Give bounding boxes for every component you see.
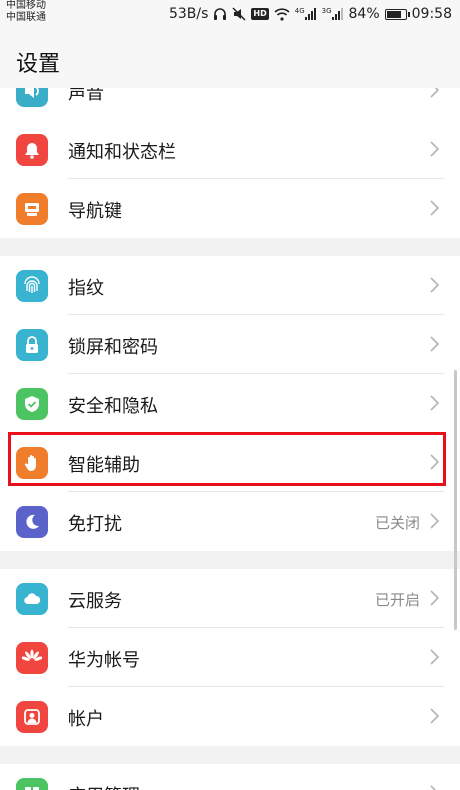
chevron-right-icon (430, 590, 440, 606)
chevron-right-icon (430, 141, 440, 157)
bell-icon (16, 134, 48, 166)
row-label: 锁屏和密码 (68, 337, 158, 358)
settings-group-4: 应用管理 (0, 764, 460, 790)
settings-group-1: 声音 通知和状态栏 导航键 (0, 88, 460, 238)
status-text: 已开启 (374, 591, 420, 609)
settings-row-security[interactable]: 安全和隐私 (0, 374, 460, 433)
row-label: 华为帐号 (68, 650, 140, 671)
settings-group-2: 指纹 锁屏和密码 安全和隐私 智能辅助 免打扰 已关闭 (0, 256, 460, 551)
signal-3g-icon: 3G (322, 8, 344, 20)
carrier-1: 中国移动 (6, 0, 46, 11)
chevron-right-icon (430, 395, 440, 411)
chevron-right-icon (430, 200, 440, 216)
page-title: 设置 (16, 52, 61, 77)
signal-4g-icon: 4G (295, 8, 317, 20)
status-text: 已关闭 (374, 514, 420, 532)
row-label: 通知和状态栏 (68, 142, 176, 163)
status-bar: 中国移动 中国联通 53B/s HD 4G 3G 84% 09:58 (0, 0, 460, 28)
row-label: 声音 (68, 88, 104, 104)
cloud-icon (16, 583, 48, 615)
chevron-right-icon (430, 277, 440, 293)
chevron-right-icon (430, 336, 440, 352)
settings-group-3: 云服务 已开启 华为帐号 帐户 (0, 569, 460, 746)
row-label: 免打扰 (68, 514, 122, 535)
settings-row-dnd[interactable]: 免打扰 已关闭 (0, 492, 460, 551)
settings-row-sound[interactable]: 声音 (0, 88, 460, 120)
network-speed: 53B/s (168, 6, 209, 22)
row-label: 帐户 (68, 709, 104, 730)
settings-row-smart-assist[interactable]: 智能辅助 (0, 433, 460, 492)
settings-row-notifications[interactable]: 通知和状态栏 (0, 120, 460, 179)
huawei-icon (16, 642, 48, 674)
chevron-right-icon (430, 88, 440, 98)
settings-row-apps[interactable]: 应用管理 (0, 764, 460, 790)
settings-row-fingerprint[interactable]: 指纹 (0, 256, 460, 315)
headphones-icon (213, 7, 227, 21)
row-label: 应用管理 (68, 782, 140, 790)
settings-row-navigation[interactable]: 导航键 (0, 179, 460, 238)
row-label: 智能辅助 (68, 455, 140, 476)
settings-row-cloud[interactable]: 云服务 已开启 (0, 569, 460, 628)
chevron-right-icon (430, 513, 440, 529)
chevron-right-icon (430, 785, 437, 790)
app-header: 设置 (0, 28, 460, 88)
clock: 09:58 (411, 6, 452, 22)
status-icons: 53B/s HD 4G 3G 84% 09:58 (169, 4, 452, 24)
mute-icon (232, 7, 246, 21)
carrier-2: 中国联通 (6, 12, 46, 23)
lock-icon (16, 329, 48, 361)
settings-list: 声音 通知和状态栏 导航键 指纹 锁屏和密码 安全和隐私 智能辅助 免打扰 已关… (0, 88, 460, 790)
settings-row-accounts[interactable]: 帐户 (0, 687, 460, 746)
fingerprint-icon (16, 270, 48, 302)
user-icon (16, 701, 48, 733)
chevron-right-icon (430, 649, 440, 665)
speaker-icon (16, 88, 48, 107)
row-label: 安全和隐私 (68, 396, 158, 417)
settings-row-huawei-id[interactable]: 华为帐号 (0, 628, 460, 687)
shield-icon (16, 388, 48, 420)
moon-icon (16, 506, 48, 538)
hand-icon (16, 447, 48, 479)
battery-percent: 84% (348, 6, 380, 22)
nav-key-icon (16, 193, 48, 225)
row-label: 云服务 (68, 591, 122, 612)
carrier-info: 中国移动 中国联通 (6, 0, 46, 24)
row-label: 指纹 (68, 278, 104, 299)
wifi-icon (274, 7, 290, 21)
battery-icon (384, 8, 410, 20)
chevron-right-icon (430, 454, 440, 470)
row-label: 导航键 (68, 201, 122, 222)
scrollbar[interactable] (454, 370, 457, 630)
chevron-right-icon (430, 708, 440, 724)
hd-badge: HD (251, 8, 269, 20)
settings-row-lockscreen[interactable]: 锁屏和密码 (0, 315, 460, 374)
